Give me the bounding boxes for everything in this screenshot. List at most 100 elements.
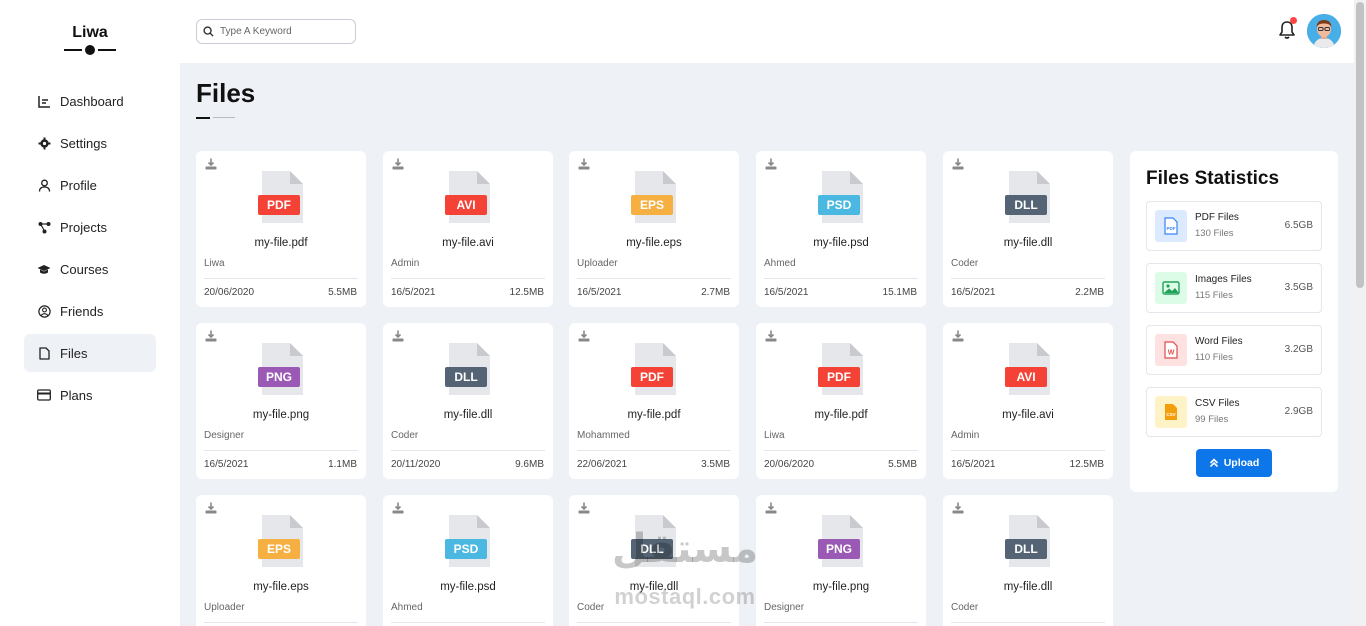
- file-size: 15.1MB: [882, 287, 917, 298]
- file-name[interactable]: my-file.eps: [569, 237, 739, 249]
- file-size: 5.5MB: [888, 459, 917, 470]
- file-card[interactable]: PNG my-file.png Designer 16/5/2021 1.1MB: [196, 323, 366, 479]
- sidebar-item-courses[interactable]: Courses: [24, 250, 156, 288]
- file-type-badge: PSD: [818, 195, 860, 215]
- file-name[interactable]: my-file.eps: [196, 581, 366, 593]
- download-icon[interactable]: [392, 330, 404, 342]
- download-icon[interactable]: [578, 158, 590, 170]
- file-name[interactable]: my-file.dll: [943, 581, 1113, 593]
- sidebar-item-label: Settings: [60, 135, 107, 151]
- file-card[interactable]: PNG my-file.png Designer: [756, 495, 926, 626]
- download-icon[interactable]: [392, 502, 404, 514]
- logo-mark-icon: [64, 44, 116, 56]
- sidebar-item-plans[interactable]: Plans: [24, 376, 156, 414]
- file-card[interactable]: PDF my-file.pdf Liwa 20/06/2020 5.5MB: [756, 323, 926, 479]
- file-card[interactable]: PDF my-file.pdf Liwa 20/06/2020 5.5MB: [196, 151, 366, 307]
- file-owner: Liwa: [764, 430, 785, 441]
- download-icon[interactable]: [392, 158, 404, 170]
- file-card[interactable]: EPS my-file.eps Uploader: [196, 495, 366, 626]
- file-size: 1.1MB: [328, 459, 357, 470]
- stat-row[interactable]: W Word Files 110 Files 3.2GB: [1146, 325, 1322, 375]
- file-name[interactable]: my-file.png: [756, 581, 926, 593]
- sidebar-item-projects[interactable]: Projects: [24, 208, 156, 246]
- card-divider: [951, 450, 1105, 451]
- file-card[interactable]: PSD my-file.psd Ahmed 16/5/2021 15.1MB: [756, 151, 926, 307]
- file-card[interactable]: EPS my-file.eps Uploader 16/5/2021 2.7MB: [569, 151, 739, 307]
- stat-count: 110 Files: [1195, 352, 1233, 363]
- sidebar-item-label: Projects: [60, 219, 107, 235]
- download-icon[interactable]: [952, 158, 964, 170]
- sidebar-item-files[interactable]: Files: [24, 334, 156, 372]
- search-box[interactable]: [196, 19, 356, 44]
- file-type-badge: DLL: [445, 367, 487, 387]
- file-name[interactable]: my-file.pdf: [569, 409, 739, 421]
- csv-file-icon: CSV: [1155, 396, 1187, 428]
- download-icon[interactable]: [205, 502, 217, 514]
- card-divider: [204, 278, 358, 279]
- file-card[interactable]: PDF my-file.pdf Mohammed 22/06/2021 3.5MB: [569, 323, 739, 479]
- sidebar-item-friends[interactable]: Friends: [24, 292, 156, 330]
- download-icon[interactable]: [765, 158, 777, 170]
- file-name[interactable]: my-file.psd: [756, 237, 926, 249]
- file-name[interactable]: my-file.avi: [943, 409, 1113, 421]
- file-name[interactable]: my-file.dll: [569, 581, 739, 593]
- sidebar-item-profile[interactable]: Profile: [24, 166, 156, 204]
- file-owner: Liwa: [204, 258, 225, 269]
- sidebar-item-dashboard[interactable]: Dashboard: [24, 82, 156, 120]
- file-name[interactable]: my-file.pdf: [196, 237, 366, 249]
- download-icon[interactable]: [952, 502, 964, 514]
- avatar[interactable]: [1307, 14, 1341, 48]
- file-name[interactable]: my-file.pdf: [756, 409, 926, 421]
- file-owner: Designer: [204, 430, 245, 441]
- card-divider: [391, 278, 545, 279]
- stat-row[interactable]: CSV CSV Files 99 Files 2.9GB: [1146, 387, 1322, 437]
- stat-name: Images Files: [1195, 274, 1252, 285]
- upload-button[interactable]: Upload: [1196, 449, 1272, 477]
- download-icon[interactable]: [578, 330, 590, 342]
- upload-label: Upload: [1223, 457, 1260, 469]
- file-card[interactable]: DLL my-file.dll Coder 16/5/2021 2.2MB: [943, 151, 1113, 307]
- file-name[interactable]: my-file.avi: [383, 237, 553, 249]
- download-icon[interactable]: [578, 502, 590, 514]
- file-type-badge: PSD: [445, 539, 487, 559]
- file-card[interactable]: DLL my-file.dll Coder: [943, 495, 1113, 626]
- stat-row[interactable]: Images Files 115 Files 3.5GB: [1146, 263, 1322, 313]
- app-logo[interactable]: Liwa: [0, 24, 180, 42]
- double-chevron-up-icon: [1209, 458, 1219, 468]
- download-icon[interactable]: [205, 330, 217, 342]
- sidebar-nav: Dashboard Settings Profile Projects Courses F…: [24, 82, 156, 418]
- scrollbar-thumb[interactable]: [1356, 2, 1364, 288]
- file-size: 2.2MB: [1075, 287, 1104, 298]
- card-divider: [577, 450, 731, 451]
- stat-name: PDF Files: [1195, 212, 1239, 223]
- sidebar-item-label: Friends: [60, 303, 104, 319]
- file-card[interactable]: PSD my-file.psd Ahmed: [383, 495, 553, 626]
- download-icon[interactable]: [205, 158, 217, 170]
- file-type-badge: AVI: [445, 195, 487, 215]
- card-divider: [391, 622, 545, 623]
- download-icon[interactable]: [765, 330, 777, 342]
- stat-count: 99 Files: [1195, 414, 1229, 425]
- file-card[interactable]: DLL my-file.dll Coder: [569, 495, 739, 626]
- stat-row[interactable]: PDF PDF Files 130 Files 6.5GB: [1146, 201, 1322, 251]
- file-name[interactable]: my-file.png: [196, 409, 366, 421]
- gear-icon: [37, 136, 51, 150]
- file-name[interactable]: my-file.dll: [943, 237, 1113, 249]
- download-icon[interactable]: [952, 330, 964, 342]
- file-date: 16/5/2021: [391, 287, 436, 298]
- sidebar-item-label: Profile: [60, 177, 97, 193]
- file-size: 3.5MB: [701, 459, 730, 470]
- page-scrollbar[interactable]: [1354, 0, 1366, 626]
- file-card[interactable]: AVI my-file.avi Admin 16/5/2021 12.5MB: [943, 323, 1113, 479]
- file-card[interactable]: AVI my-file.avi Admin 16/5/2021 12.5MB: [383, 151, 553, 307]
- file-name[interactable]: my-file.dll: [383, 409, 553, 421]
- file-card[interactable]: DLL my-file.dll Coder 20/11/2020 9.6MB: [383, 323, 553, 479]
- file-type-badge: EPS: [258, 539, 300, 559]
- download-icon[interactable]: [765, 502, 777, 514]
- sidebar-item-settings[interactable]: Settings: [24, 124, 156, 162]
- file-type-badge: DLL: [1005, 195, 1047, 215]
- stat-size: 2.9GB: [1284, 406, 1313, 417]
- stat-name: CSV Files: [1195, 398, 1240, 409]
- file-name[interactable]: my-file.psd: [383, 581, 553, 593]
- search-input[interactable]: [220, 26, 350, 37]
